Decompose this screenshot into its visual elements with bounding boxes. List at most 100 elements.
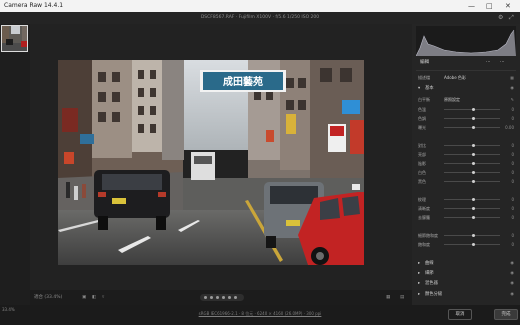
slider-value[interactable]: 0	[511, 178, 514, 185]
eye-icon[interactable]: ◉	[510, 259, 514, 268]
slider-track[interactable]	[444, 180, 500, 183]
slider-value[interactable]: 0	[511, 151, 514, 158]
slider-knob[interactable]	[472, 243, 475, 246]
slider-row[interactable]: 亮部 0	[418, 151, 514, 158]
slider-value[interactable]: 0	[511, 232, 514, 239]
slider-row[interactable]: 白色 0	[418, 169, 514, 176]
slider-track[interactable]	[444, 234, 500, 237]
fullscreen-icon[interactable]: ⤢	[509, 12, 514, 24]
slider-row[interactable]: 清晰度 0	[418, 205, 514, 212]
slider-knob[interactable]	[472, 117, 475, 120]
grid-view-icon[interactable]: ▦	[386, 290, 390, 305]
pager-dot[interactable]	[234, 296, 237, 299]
chevron-right-icon: ▸	[418, 281, 421, 286]
filter-icon[interactable]: ▿	[102, 290, 104, 305]
cancel-button[interactable]: 取消	[448, 309, 472, 320]
slider-value[interactable]: 0	[511, 160, 514, 167]
slider-row[interactable]: 對比 0	[418, 142, 514, 149]
slider-track[interactable]	[444, 243, 500, 246]
pager-dot[interactable]	[228, 296, 231, 299]
before-after-icon[interactable]: ◧	[92, 290, 96, 305]
pager-dot[interactable]	[210, 296, 213, 299]
slider-track[interactable]	[444, 207, 500, 210]
section-color-grading[interactable]: ▸ 顏色分級 ◉	[416, 290, 516, 299]
slider-value[interactable]: 0	[511, 214, 514, 221]
eye-icon[interactable]: ◉	[510, 84, 514, 93]
pager-dot[interactable]	[222, 296, 225, 299]
image-canvas[interactable]: 成田藝苑	[30, 24, 412, 290]
section-color-mixer[interactable]: ▸ 混色器 ◉	[416, 279, 516, 288]
slider-track[interactable]	[444, 108, 500, 111]
slider-track[interactable]	[444, 126, 500, 129]
slider-track[interactable]	[444, 153, 500, 156]
slider-row[interactable]: 色調 0	[418, 115, 514, 122]
section-curve[interactable]: ▸ 曲線 ◉	[416, 259, 516, 268]
eye-icon[interactable]: ◉	[510, 279, 514, 288]
slider-track[interactable]	[444, 144, 500, 147]
slider-value[interactable]: 0.00	[505, 124, 514, 131]
slider-row[interactable]: 黑色 0	[418, 178, 514, 185]
slider-row[interactable]: 去朦朧 0	[418, 214, 514, 221]
slider-knob[interactable]	[472, 108, 475, 111]
slider-knob[interactable]	[472, 207, 475, 210]
compare-icon[interactable]: ▣	[82, 290, 86, 305]
slider-knob[interactable]	[472, 162, 475, 165]
slider-label: 陰影	[418, 161, 426, 166]
slider-value[interactable]: 0	[511, 169, 514, 176]
minimize-button[interactable]: —	[468, 0, 475, 12]
slider-track[interactable]	[444, 171, 500, 174]
white-balance-select[interactable]: 原照設定	[444, 96, 460, 103]
tab-edit[interactable]: 編輯	[420, 58, 429, 68]
profile-browser-icon[interactable]: ▦	[510, 74, 514, 81]
slider-track[interactable]	[444, 117, 500, 120]
done-button[interactable]: 完成	[494, 309, 518, 320]
section-detail-label: 細節	[425, 271, 434, 276]
slider-track[interactable]	[444, 162, 500, 165]
slider-knob[interactable]	[472, 171, 475, 174]
slider-row[interactable]: 陰影 0	[418, 160, 514, 167]
chevron-right-icon: ▸	[418, 261, 421, 266]
section-basic[interactable]: ▾ 基本 ◉	[416, 84, 516, 93]
slider-knob[interactable]	[472, 180, 475, 183]
zoom-readout[interactable]: 適合 (33.4%)	[34, 290, 62, 305]
tab-options[interactable]: ⋯	[500, 58, 505, 68]
slider-row[interactable]: 曝光 0.00	[418, 124, 514, 131]
slider-value[interactable]: 0	[511, 241, 514, 248]
filmstrip-thumbnail[interactable]	[1, 25, 28, 52]
slider-track[interactable]	[444, 198, 500, 201]
pager-dot[interactable]	[216, 296, 219, 299]
maximize-button[interactable]: □	[486, 0, 493, 12]
close-button[interactable]: ✕	[505, 0, 511, 12]
slider-knob[interactable]	[472, 216, 475, 219]
slider-track[interactable]	[444, 216, 500, 219]
slider-value[interactable]: 0	[511, 115, 514, 122]
slider-row[interactable]: 紋理 0	[418, 196, 514, 203]
eye-icon[interactable]: ◉	[510, 290, 514, 299]
profile-row[interactable]: 描述檔 Adobe 色彩 ▦	[418, 74, 514, 81]
slider-value[interactable]: 0	[511, 142, 514, 149]
white-balance-row[interactable]: 白平衡 原照設定 ✎	[418, 96, 514, 103]
section-detail[interactable]: ▸ 細節 ◉	[416, 269, 516, 278]
workflow-options-link[interactable]: sRGB IEC61966-2.1 · 8 位元 · 6240 × 4160 (…	[0, 311, 520, 317]
slider-knob[interactable]	[472, 153, 475, 156]
photo-preview[interactable]: 成田藝苑	[58, 60, 364, 265]
filmstrip-pager[interactable]	[200, 294, 244, 301]
profile-select[interactable]: Adobe 色彩	[444, 74, 466, 81]
slider-knob[interactable]	[472, 126, 475, 129]
pager-dot[interactable]	[204, 296, 207, 299]
eye-icon[interactable]: ◉	[510, 269, 514, 278]
slider-value[interactable]: 0	[511, 196, 514, 203]
section-curve-label: 曲線	[425, 261, 434, 266]
slider-value[interactable]: 0	[511, 205, 514, 212]
slider-row[interactable]: 細節飽和度 0	[418, 232, 514, 239]
slider-value[interactable]: 0	[511, 106, 514, 113]
slider-row[interactable]: 飽和度 0	[418, 241, 514, 248]
slider-knob[interactable]	[472, 144, 475, 147]
slider-row[interactable]: 色溫 0	[418, 106, 514, 113]
filmstrip-view-icon[interactable]: ▤	[400, 290, 404, 305]
tab-more[interactable]: ⋯	[486, 58, 491, 68]
settings-icon[interactable]: ⚙	[498, 12, 503, 24]
slider-knob[interactable]	[472, 234, 475, 237]
slider-knob[interactable]	[472, 198, 475, 201]
eyedropper-icon[interactable]: ✎	[511, 96, 514, 103]
